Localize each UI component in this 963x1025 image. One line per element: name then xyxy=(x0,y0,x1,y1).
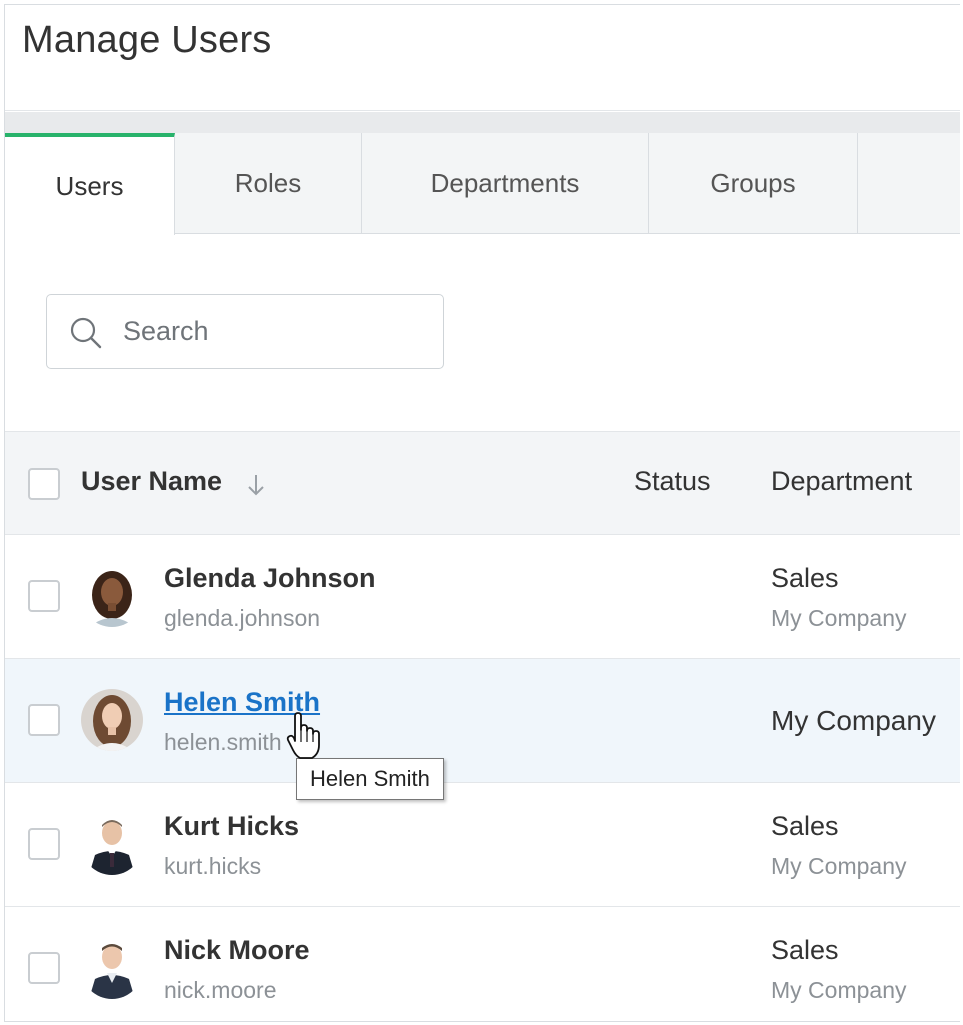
search-area xyxy=(5,234,960,431)
user-login: kurt.hicks xyxy=(164,853,262,879)
company-name: My Company xyxy=(771,977,907,1003)
user-name-tooltip: Helen Smith xyxy=(296,758,444,800)
tab-roles[interactable]: Roles xyxy=(175,133,362,234)
search-icon xyxy=(70,317,102,349)
row-checkbox[interactable] xyxy=(28,580,60,612)
tab-bar: Users Roles Departments Groups xyxy=(5,133,960,235)
user-name[interactable]: Nick Moore xyxy=(164,935,310,966)
user-login: glenda.johnson xyxy=(164,605,321,631)
company-name: My Company xyxy=(771,605,907,631)
users-table: User Name Status Department Glenda Johns… xyxy=(5,431,960,1021)
table-row[interactable]: Nick Moore nick.moore Sales My Company xyxy=(5,907,960,1021)
search-input[interactable] xyxy=(123,295,423,368)
separator-strip xyxy=(5,112,960,134)
table-row[interactable]: Glenda Johnson glenda.johnson Sales My C… xyxy=(5,535,960,659)
department-name: Sales xyxy=(771,935,839,965)
tab-groups[interactable]: Groups xyxy=(649,133,858,234)
search-box[interactable] xyxy=(46,294,444,369)
company-name: My Company xyxy=(771,853,907,879)
avatar xyxy=(81,937,143,999)
row-checkbox[interactable] xyxy=(28,952,60,984)
avatar xyxy=(81,565,143,627)
column-header-user-name[interactable]: User Name xyxy=(81,466,222,497)
department-name: Sales xyxy=(771,811,839,841)
user-login: helen.smith xyxy=(164,729,282,755)
select-all-checkbox[interactable] xyxy=(28,468,60,500)
tab-departments[interactable]: Departments xyxy=(362,133,649,234)
hand-pointer-cursor-icon xyxy=(286,712,320,759)
user-name[interactable]: Kurt Hicks xyxy=(164,811,299,842)
manage-users-window: Manage Users Users Roles Departments Gro… xyxy=(4,4,960,1022)
page-title: Manage Users xyxy=(22,19,272,61)
avatar xyxy=(81,813,143,875)
table-row[interactable]: Helen Smith helen.smith My Company xyxy=(5,659,960,783)
tab-users[interactable]: Users xyxy=(5,133,175,235)
title-bar: Manage Users xyxy=(5,5,960,111)
table-row[interactable]: Kurt Hicks kurt.hicks Sales My Company xyxy=(5,783,960,907)
row-checkbox[interactable] xyxy=(28,704,60,736)
avatar xyxy=(81,689,143,751)
user-login: nick.moore xyxy=(164,977,277,1003)
user-name[interactable]: Glenda Johnson xyxy=(164,563,376,594)
column-header-department[interactable]: Department xyxy=(771,466,912,497)
department-name: Sales xyxy=(771,563,839,593)
column-header-status[interactable]: Status xyxy=(634,466,711,497)
table-header: User Name Status Department xyxy=(5,431,960,535)
sort-down-arrow-icon[interactable] xyxy=(245,472,267,498)
department-name: My Company xyxy=(771,705,936,736)
row-checkbox[interactable] xyxy=(28,828,60,860)
